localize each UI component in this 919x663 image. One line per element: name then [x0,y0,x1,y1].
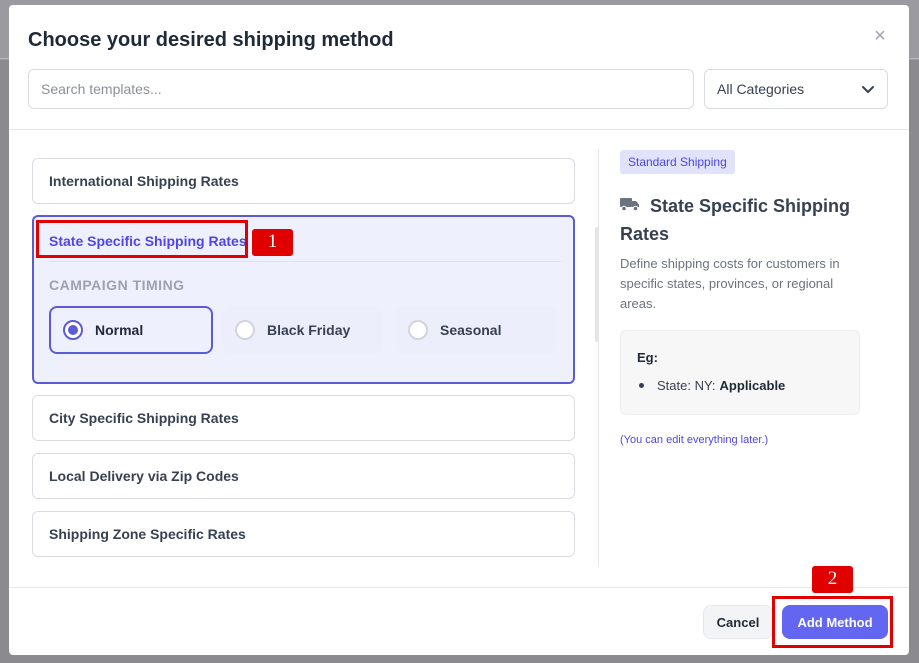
timing-option-label: Black Friday [267,322,351,338]
radio-selected-icon [63,320,83,340]
example-value: Applicable [719,378,786,393]
template-card-city-specific[interactable]: City Specific Shipping Rates [32,395,575,441]
template-card-label: Shipping Zone Specific Rates [49,526,246,542]
column-divider [598,149,599,566]
template-card-label: International Shipping Rates [49,173,239,189]
detail-description: Define shipping costs for customers in s… [620,256,840,311]
search-input[interactable] [28,69,694,109]
category-badge: Standard Shipping [620,150,735,174]
annotation-tag-1: 1 [252,229,293,256]
shipping-method-modal: Choose your desired shipping method × Al… [9,5,909,655]
edit-note: (You can edit everything later.) [620,434,769,446]
timing-option-seasonal[interactable]: Seasonal [396,306,556,354]
bullet-icon [639,383,644,388]
template-card-zone-specific[interactable]: Shipping Zone Specific Rates [32,511,575,557]
example-box: Eg: State: NY: Applicable [620,330,860,415]
timing-option-normal[interactable]: Normal [49,306,213,354]
template-card-zip-codes[interactable]: Local Delivery via Zip Codes [32,453,575,499]
chevron-down-icon [862,86,874,93]
example-title: Eg: [637,350,658,365]
category-select-value: All Categories [717,81,805,97]
detail-title: State Specific Shipping Rates [620,196,851,244]
annotation-box-2 [772,596,893,648]
campaign-timing-label: CAMPAIGN TIMING [49,277,185,293]
category-select[interactable]: All Categories [704,69,888,109]
example-item: State: NY: Applicable [639,378,785,393]
annotation-tag-2: 2 [812,566,853,593]
radio-unselected-icon [235,320,255,340]
timing-option-black-friday[interactable]: Black Friday [223,306,383,354]
modal-title: Choose your desired shipping method [28,29,394,51]
annotation-box-1 [36,220,248,258]
close-icon[interactable]: × [869,25,891,47]
header-divider [9,129,909,130]
template-card-label: City Specific Shipping Rates [49,410,239,426]
cancel-button[interactable]: Cancel [703,605,773,639]
radio-unselected-icon [408,320,428,340]
example-key: State: NY: [657,378,716,393]
template-card-international[interactable]: International Shipping Rates [32,158,575,204]
card-divider [49,261,561,262]
footer-divider [9,587,909,588]
template-card-label: Local Delivery via Zip Codes [49,468,239,484]
timing-option-label: Seasonal [440,322,502,338]
timing-option-label: Normal [95,322,144,338]
